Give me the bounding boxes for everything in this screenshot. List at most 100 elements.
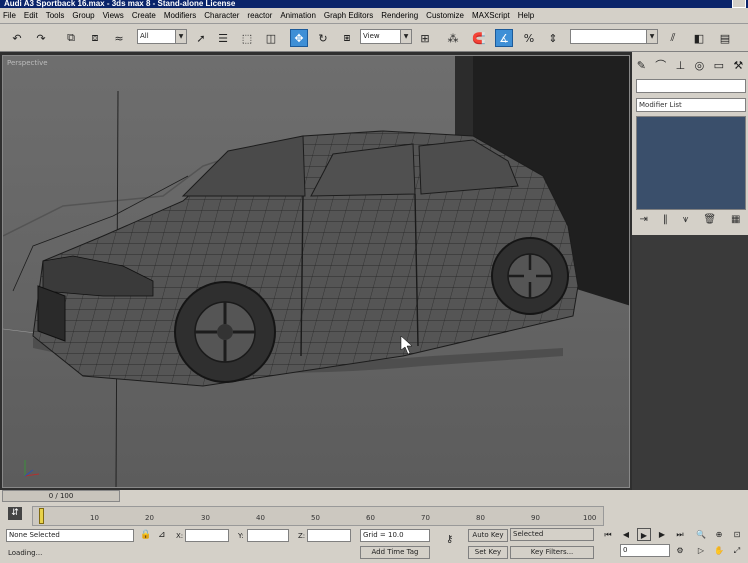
make-unique-icon[interactable]: ⩛ <box>683 214 689 230</box>
track-bar-tick-label: 10 <box>90 514 99 522</box>
play-animation-icon[interactable]: ▶ <box>637 528 651 541</box>
menu-file[interactable]: File <box>3 11 16 20</box>
link-icon[interactable]: ⧉ <box>62 29 80 47</box>
selection-status: None Selected <box>6 529 134 542</box>
menu-maxscript[interactable]: MAXScript <box>472 11 510 20</box>
x-coordinate-label: X: <box>176 532 184 540</box>
menu-graph-editors[interactable]: Graph Editors <box>324 11 373 20</box>
current-frame-marker[interactable] <box>39 508 44 524</box>
close-window-button[interactable] <box>732 0 746 8</box>
menu-bar: File Edit Tools Group Views Create Modif… <box>0 8 748 24</box>
grid-size-readout: Grid = 10.0 <box>360 529 430 542</box>
go-to-end-icon[interactable]: ⏭ <box>673 528 687 541</box>
track-bar-tick-label: 60 <box>366 514 375 522</box>
bind-space-warp-icon[interactable]: ≈ <box>110 29 128 47</box>
z-coordinate-label: Z: <box>298 532 306 540</box>
time-configuration-icon[interactable]: ⚙ <box>673 544 687 557</box>
motion-tab-icon[interactable]: ◎ <box>695 59 705 72</box>
snaps-toggle-icon[interactable]: 🧲 <box>470 29 488 47</box>
set-key-mode-icon[interactable]: ⚷ <box>446 535 453 545</box>
modifier-list-dropdown[interactable]: Modifier List <box>636 98 746 112</box>
window-crossing-icon[interactable]: ◫ <box>262 29 280 47</box>
pin-stack-icon[interactable]: ⇥ <box>639 214 647 230</box>
maximize-viewport-icon[interactable]: ⤢ <box>730 544 744 557</box>
menu-modifiers[interactable]: Modifiers <box>164 11 196 20</box>
object-name-field[interactable] <box>636 79 746 93</box>
reference-coordinate-dropdown[interactable]: View ▼ <box>360 29 412 44</box>
display-tab-icon[interactable]: ▭ <box>714 59 724 72</box>
auto-key-button[interactable]: Auto Key <box>468 529 508 542</box>
menu-create[interactable]: Create <box>132 11 156 20</box>
modifier-stack[interactable] <box>636 116 746 210</box>
layer-manager-icon[interactable]: ▤ <box>716 29 734 47</box>
select-and-rotate-icon[interactable]: ↻ <box>314 29 332 47</box>
spinner-snap-icon[interactable]: ⇕ <box>544 29 562 47</box>
lock-selection-icon[interactable]: 🔒 <box>140 530 151 540</box>
select-and-move-icon[interactable]: ✥ <box>290 29 308 47</box>
add-time-tag-button[interactable]: Add Time Tag <box>360 546 430 559</box>
angle-snap-icon[interactable]: ∡ <box>495 29 513 47</box>
perspective-viewport[interactable]: Perspective <box>2 55 630 488</box>
modify-tab-icon[interactable]: ⌒ <box>655 57 666 73</box>
redo-icon[interactable]: ↷ <box>32 29 50 47</box>
set-key-button[interactable]: Set Key <box>468 546 508 559</box>
align-icon[interactable]: ◧ <box>690 29 708 47</box>
track-bar-tick-label: 80 <box>476 514 485 522</box>
create-tab-icon[interactable]: ✎ <box>637 59 646 72</box>
select-by-name-icon[interactable]: ☰ <box>214 29 232 47</box>
zoom-all-icon[interactable]: ⊕ <box>712 528 726 541</box>
max-app-window: Audi A3 Sportback 16.max - 3ds max 8 - S… <box>0 0 748 563</box>
x-coordinate-field[interactable] <box>185 529 229 542</box>
named-selection-sets-dropdown[interactable]: ▼ <box>570 29 658 44</box>
configure-modifier-sets-icon[interactable]: ▦ <box>731 214 740 230</box>
pan-icon[interactable]: ✋ <box>712 544 726 557</box>
menu-rendering[interactable]: Rendering <box>381 11 418 20</box>
menu-help[interactable]: Help <box>518 11 534 20</box>
select-and-scale-icon[interactable]: ⧆ <box>338 29 356 47</box>
track-bar-tick-label: 100 <box>583 514 597 522</box>
track-bar[interactable]: 10 20 30 40 50 60 70 80 90 100 <box>32 506 604 526</box>
menu-customize[interactable]: Customize <box>426 11 464 20</box>
undo-icon[interactable]: ↶ <box>8 29 26 47</box>
menu-character[interactable]: Character <box>204 11 239 20</box>
hierarchy-tab-icon[interactable]: ⊥ <box>676 59 686 72</box>
z-coordinate-field[interactable] <box>307 529 351 542</box>
menu-animation[interactable]: Animation <box>280 11 316 20</box>
menu-views[interactable]: Views <box>103 11 124 20</box>
unlink-icon[interactable]: ⧈ <box>86 29 104 47</box>
menu-group[interactable]: Group <box>72 11 94 20</box>
go-to-start-icon[interactable]: ⏮ <box>601 528 615 541</box>
utilities-tab-icon[interactable]: ⚒ <box>733 59 743 72</box>
absolute-mode-icon[interactable]: ⊿ <box>158 530 166 540</box>
select-manipulate-icon[interactable]: ⁂ <box>444 29 462 47</box>
chevron-down-icon: ▼ <box>175 30 186 43</box>
show-end-result-icon[interactable]: ‖ <box>663 214 668 230</box>
key-filters-button[interactable]: Key Filters... <box>510 546 594 559</box>
bottom-status-area: 0 / 100 ⇵ 10 20 30 40 50 60 70 80 90 100… <box>0 490 748 563</box>
mirror-icon[interactable]: ⫽ <box>664 29 682 47</box>
mini-curve-editor-icon[interactable]: ⇵ <box>8 507 22 520</box>
track-bar-tick-label: 50 <box>311 514 320 522</box>
menu-tools[interactable]: Tools <box>46 11 65 20</box>
time-slider-label: 0 / 100 <box>48 492 74 500</box>
selection-filter-dropdown[interactable]: All ▼ <box>137 29 187 44</box>
previous-frame-icon[interactable]: ◀ <box>619 528 633 541</box>
main-toolbar: ↶ ↷ ⧉ ⧈ ≈ All ▼ ➚ ☰ ⬚ ◫ ✥ ↻ ⧆ View ▼ ⊞ ⁂… <box>0 24 748 52</box>
menu-edit[interactable]: Edit <box>24 11 38 20</box>
track-bar-tick-label: 20 <box>145 514 154 522</box>
next-frame-icon[interactable]: ▶ <box>655 528 669 541</box>
key-filter-selection-dropdown[interactable]: Selected <box>510 528 594 541</box>
y-coordinate-field[interactable] <box>247 529 289 542</box>
menu-reactor[interactable]: reactor <box>247 11 272 20</box>
time-slider[interactable]: 0 / 100 <box>2 490 120 502</box>
field-of-view-icon[interactable]: ▷ <box>694 544 708 557</box>
percent-snap-icon[interactable]: % <box>520 29 538 47</box>
rectangular-selection-icon[interactable]: ⬚ <box>238 29 256 47</box>
zoom-extents-icon[interactable]: ⊡ <box>730 528 744 541</box>
select-object-icon[interactable]: ➚ <box>192 29 210 47</box>
pivot-center-icon[interactable]: ⊞ <box>416 29 434 47</box>
remove-modifier-icon[interactable]: 🗑 <box>703 214 716 230</box>
zoom-icon[interactable]: 🔍 <box>694 528 708 541</box>
viewport-label[interactable]: Perspective <box>7 59 48 67</box>
current-frame-field[interactable]: 0 <box>620 544 670 557</box>
